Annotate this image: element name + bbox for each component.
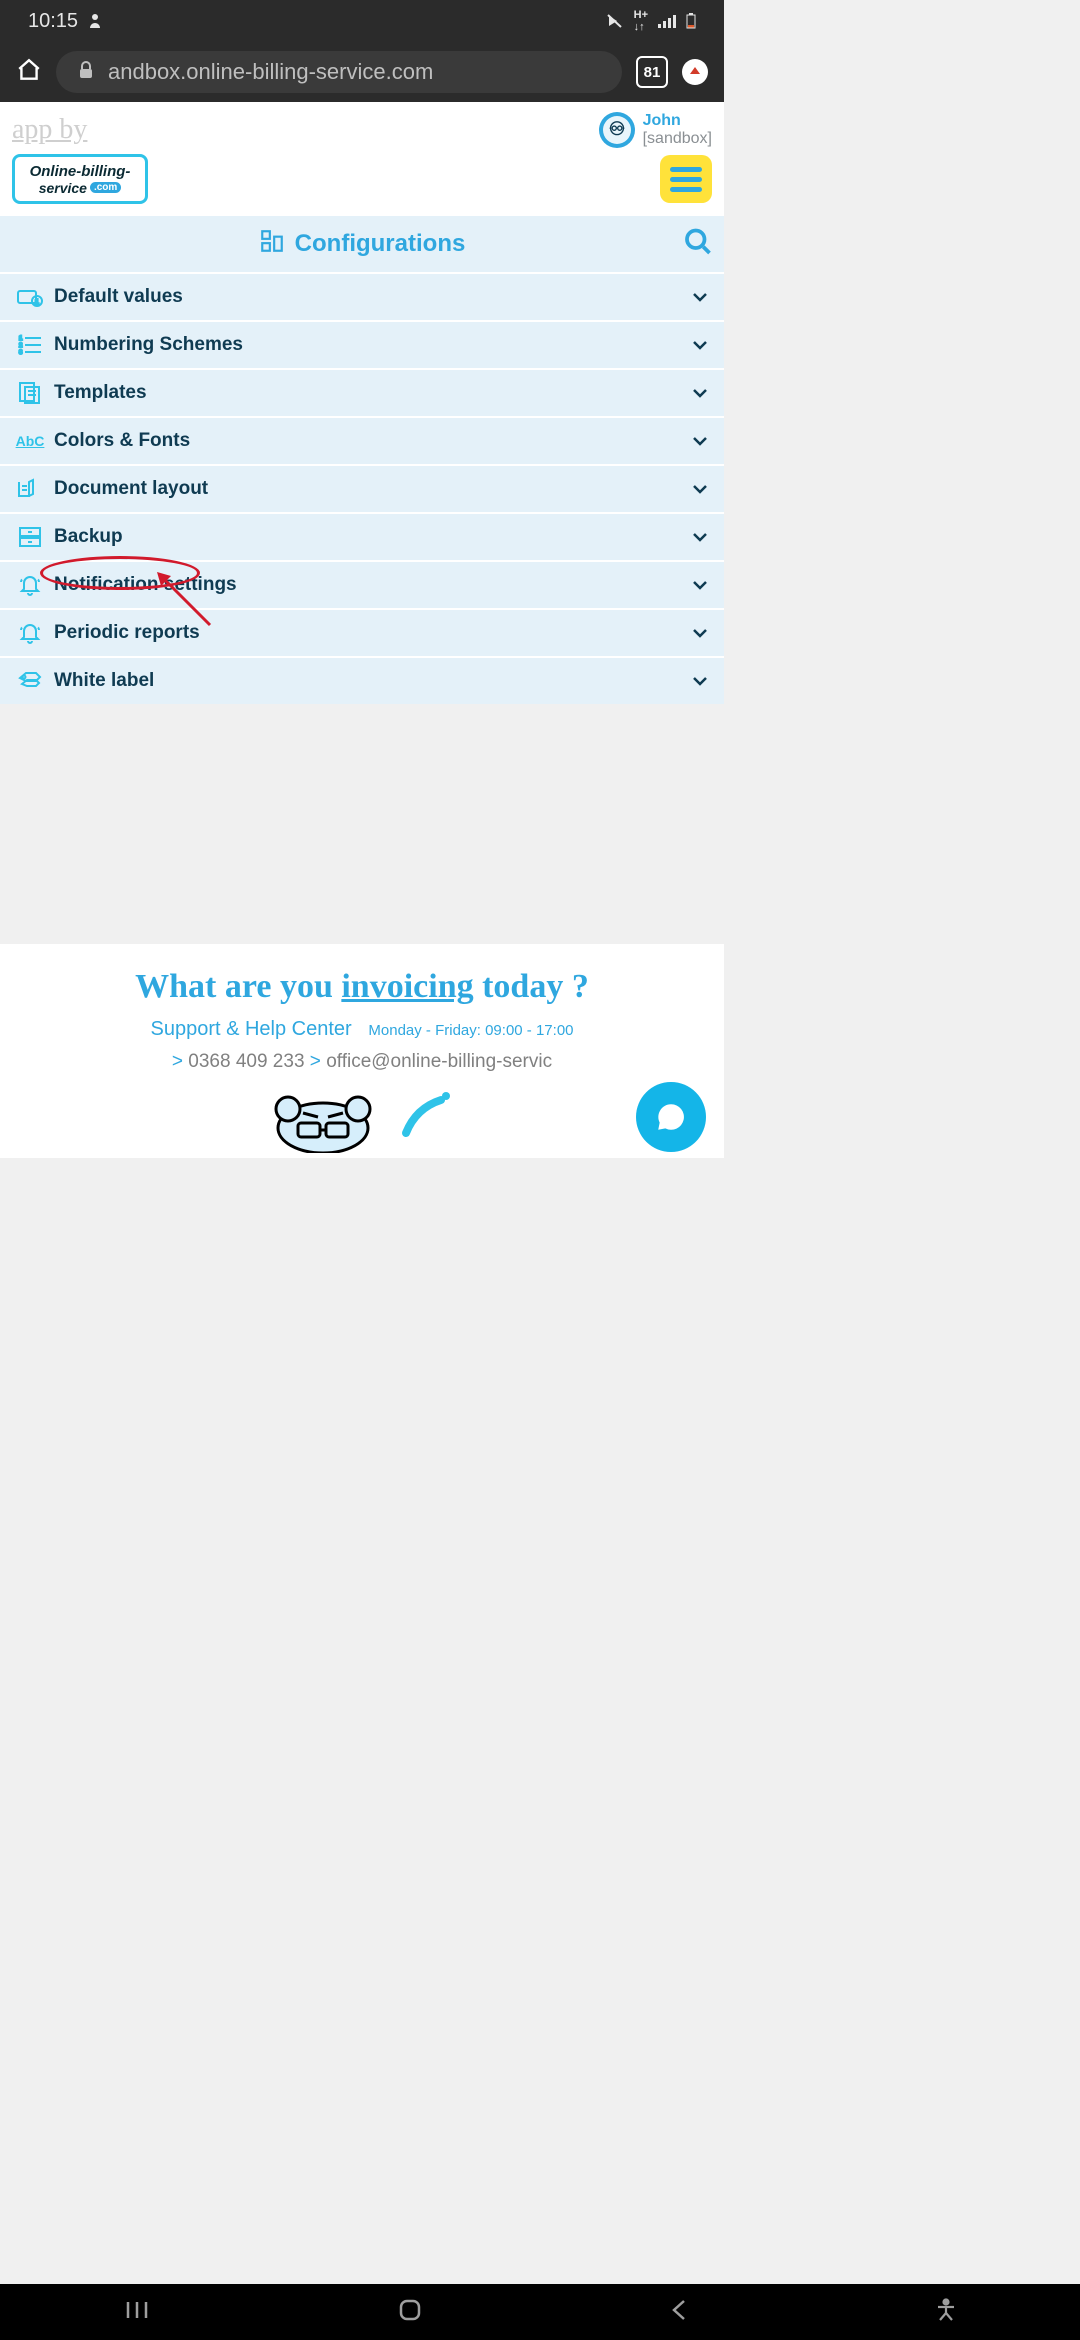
footer-headline-post: today ? xyxy=(474,968,589,1005)
config-item-label: Notification settings xyxy=(54,574,237,596)
config-item-label: Document layout xyxy=(54,478,208,500)
config-item-label: Numbering Schemes xyxy=(54,334,243,356)
logo-line1: Online-billing- xyxy=(30,163,131,180)
page-title-bar: Configurations xyxy=(0,216,724,272)
money-card-icon: 1 xyxy=(14,287,46,307)
page-footer: What are you invoicing today ? Support &… xyxy=(0,944,724,1158)
chevron-down-icon xyxy=(692,478,708,500)
templates-icon xyxy=(14,381,46,405)
config-item-periodic-reports[interactable]: Periodic reports xyxy=(0,608,724,656)
nav-accessibility-button[interactable] xyxy=(935,2298,957,2327)
nav-home-button[interactable] xyxy=(397,2297,423,2328)
android-status-bar: 10:15 H+↓↑ xyxy=(0,0,724,42)
config-item-default-values[interactable]: 1 Default values xyxy=(0,272,724,320)
blank-area xyxy=(0,704,724,944)
chat-fab-button[interactable] xyxy=(636,1082,706,1152)
support-link[interactable]: Support & Help Center xyxy=(150,1018,351,1040)
lock-icon xyxy=(78,59,94,85)
footer-phone[interactable]: 0368 409 233 xyxy=(188,1051,304,1072)
config-item-backup[interactable]: Backup xyxy=(0,512,724,560)
nav-back-button[interactable] xyxy=(670,2297,688,2328)
numbered-list-icon: 123 xyxy=(14,334,46,356)
svg-text:3: 3 xyxy=(19,350,23,356)
browser-toolbar: andbox.online-billing-service.com 81 xyxy=(0,42,724,102)
config-item-label: Templates xyxy=(54,382,147,404)
config-item-numbering-schemes[interactable]: 123 Numbering Schemes xyxy=(0,320,724,368)
mascot-point-icon xyxy=(396,1088,456,1153)
config-item-white-label[interactable]: White label xyxy=(0,656,724,704)
main-menu-button[interactable] xyxy=(660,155,712,203)
search-button[interactable] xyxy=(682,226,712,263)
user-avatar-icon xyxy=(599,112,635,148)
chevron-down-icon xyxy=(692,622,708,644)
bell-icon xyxy=(14,621,46,645)
footer-headline: What are you invoicing today ? xyxy=(16,968,708,1006)
svg-text:1: 1 xyxy=(35,299,39,306)
battery-low-icon xyxy=(686,13,696,29)
drawer-icon xyxy=(14,526,46,548)
chevron-down-icon xyxy=(692,574,708,596)
footer-headline-emph: invoicing xyxy=(341,968,473,1005)
nav-recents-button[interactable] xyxy=(124,2300,150,2325)
browser-url-bar[interactable]: andbox.online-billing-service.com xyxy=(56,51,622,93)
browser-url-text: andbox.online-billing-service.com xyxy=(108,59,433,85)
chevron-icon: > xyxy=(310,1051,321,1072)
config-item-label: Default values xyxy=(54,286,183,308)
tab-count: 81 xyxy=(644,64,661,81)
browser-update-button[interactable] xyxy=(682,59,708,85)
config-item-label: Periodic reports xyxy=(54,622,200,644)
layout-icon xyxy=(14,478,46,500)
chevron-down-icon xyxy=(692,526,708,548)
logo-line2: service xyxy=(39,180,87,196)
config-item-document-layout[interactable]: Document layout xyxy=(0,464,724,512)
chevron-down-icon xyxy=(692,382,708,404)
support-hours: Monday - Friday: 09:00 - 17:00 xyxy=(368,1022,573,1039)
signal-icon xyxy=(658,14,676,28)
chevron-icon: > xyxy=(172,1051,183,1072)
config-item-colors-fonts[interactable]: AbC Colors & Fonts xyxy=(0,416,724,464)
configurations-icon xyxy=(259,228,285,261)
tag-icon xyxy=(14,670,46,692)
bell-icon xyxy=(14,573,46,597)
person-icon xyxy=(88,13,102,29)
chevron-down-icon xyxy=(692,334,708,356)
status-time: 10:15 xyxy=(28,10,78,33)
chevron-down-icon xyxy=(692,430,708,452)
abc-icon: AbC xyxy=(14,433,46,449)
network-hplus-icon: H+↓↑ xyxy=(634,9,648,33)
app-by-label: app by xyxy=(12,114,87,146)
config-item-label: Colors & Fonts xyxy=(54,430,190,452)
config-item-label: White label xyxy=(54,670,154,692)
svg-text:1: 1 xyxy=(19,336,23,342)
config-item-notification-settings[interactable]: Notification settings xyxy=(0,560,724,608)
logo-suffix: .com xyxy=(90,182,121,193)
page-title: Configurations xyxy=(295,230,466,258)
chevron-down-icon xyxy=(692,286,708,308)
user-mode: [sandbox] xyxy=(643,130,712,148)
browser-tab-switcher[interactable]: 81 xyxy=(636,56,668,88)
footer-email[interactable]: office@online-billing-servic xyxy=(326,1051,552,1072)
vibrate-mute-icon xyxy=(606,13,624,29)
android-nav-bar xyxy=(0,2284,1080,2340)
mascot-bear-icon xyxy=(268,1083,378,1158)
config-item-templates[interactable]: Templates xyxy=(0,368,724,416)
user-name: John xyxy=(643,112,712,130)
site-logo[interactable]: Online-billing- service .com xyxy=(12,154,148,204)
chevron-down-icon xyxy=(692,670,708,692)
browser-home-button[interactable] xyxy=(16,57,42,88)
footer-headline-pre: What are you xyxy=(135,968,341,1005)
svg-text:2: 2 xyxy=(19,343,23,349)
user-account-button[interactable]: John [sandbox] xyxy=(599,112,712,148)
config-list: 1Default values123Numbering SchemesTempl… xyxy=(0,272,724,704)
config-item-label: Backup xyxy=(54,526,123,548)
